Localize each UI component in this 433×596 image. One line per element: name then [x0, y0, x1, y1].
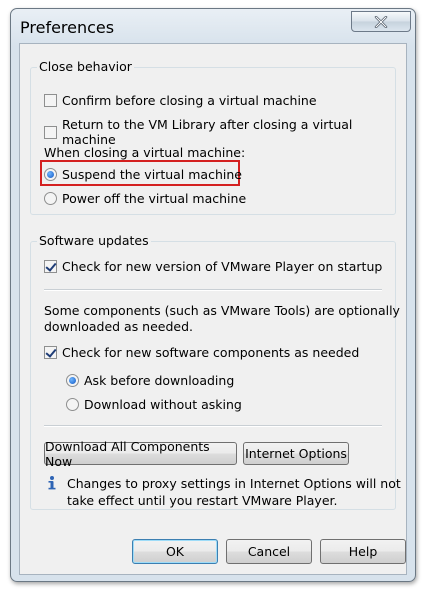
- dialog-body: Close behavior Confirm before closing a …: [19, 43, 407, 575]
- dialog-title: Preferences: [20, 18, 115, 37]
- proxy-note-line2: take effect until you restart VMware Pla…: [67, 493, 338, 508]
- check-components-checkbox[interactable]: [44, 346, 57, 359]
- ask-before-label: Ask before downloading: [84, 373, 235, 388]
- separator: [44, 289, 382, 291]
- return-library-label: Return to the VM Library after closing a…: [62, 117, 353, 147]
- close-button[interactable]: [351, 11, 411, 32]
- check-components-label: Check for new software components as nee…: [62, 345, 360, 360]
- confirm-close-checkbox[interactable]: [44, 94, 57, 107]
- check-version-label: Check for new version of VMware Player o…: [62, 259, 383, 274]
- suspend-option[interactable]: Suspend the virtual machine: [44, 167, 242, 182]
- confirm-close-option[interactable]: Confirm before closing a virtual machine: [44, 93, 317, 108]
- software-updates-legend: Software updates: [37, 233, 151, 248]
- components-note-line1: Some components (such as VMware Tools) a…: [44, 303, 400, 318]
- download-without-radio[interactable]: [66, 398, 79, 411]
- close-behavior-legend: Close behavior: [37, 59, 134, 74]
- preferences-dialog: Preferences Close behavior Confirm befor…: [10, 8, 416, 582]
- suspend-label: Suspend the virtual machine: [62, 167, 242, 182]
- suspend-radio[interactable]: [44, 168, 57, 181]
- separator: [44, 425, 382, 427]
- when-closing-label: When closing a virtual machine:: [44, 145, 246, 160]
- poweroff-label: Power off the virtual machine: [62, 191, 247, 206]
- internet-options-button[interactable]: Internet Options: [243, 442, 349, 465]
- help-button[interactable]: Help: [320, 539, 406, 564]
- check-version-option[interactable]: Check for new version of VMware Player o…: [44, 259, 382, 274]
- confirm-close-label: Confirm before closing a virtual machine: [62, 93, 317, 108]
- return-library-option[interactable]: Return to the VM Library after closing a…: [44, 117, 406, 147]
- components-note-line2: downloaded as needed.: [44, 319, 194, 334]
- proxy-note-line1: Changes to proxy settings in Internet Op…: [67, 476, 401, 491]
- download-without-label: Download without asking: [84, 397, 242, 412]
- download-all-components-button[interactable]: Download All Components Now: [44, 439, 237, 469]
- poweroff-option[interactable]: Power off the virtual machine: [44, 191, 246, 206]
- poweroff-radio[interactable]: [44, 192, 57, 205]
- download-without-option[interactable]: Download without asking: [66, 397, 242, 412]
- close-icon: [374, 15, 388, 28]
- ask-before-radio[interactable]: [66, 374, 79, 387]
- cancel-button[interactable]: Cancel: [226, 539, 312, 564]
- ok-button[interactable]: OK: [132, 539, 218, 564]
- check-version-checkbox[interactable]: [44, 260, 57, 273]
- info-icon: [48, 476, 56, 490]
- return-library-checkbox[interactable]: [44, 125, 57, 139]
- ask-before-option[interactable]: Ask before downloading: [66, 373, 234, 388]
- check-components-option[interactable]: Check for new software components as nee…: [44, 345, 359, 360]
